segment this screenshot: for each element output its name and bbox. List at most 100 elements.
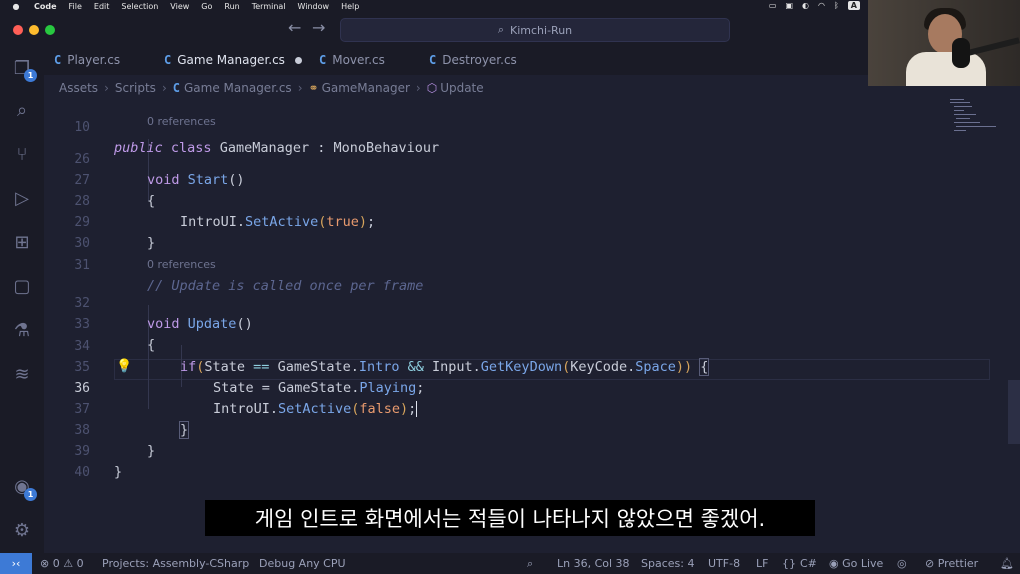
breadcrumb: Assets › Scripts › C Game Manager.cs › ⚭…: [59, 79, 484, 97]
forward-arrow-icon[interactable]: →: [312, 18, 325, 37]
code-line: 38 }: [44, 401, 944, 459]
csharp-file-icon: C: [54, 53, 62, 67]
encoding-status[interactable]: UTF-8: [708, 553, 740, 574]
menu-window[interactable]: Window: [298, 2, 330, 11]
tab-game-manager[interactable]: C Game Manager.cs: [164, 45, 302, 75]
csharp-file-icon: C: [164, 53, 172, 67]
code-line: 36 IntroUI.SetActive(false);: [44, 359, 944, 417]
code-line: 27 {: [44, 151, 944, 209]
search-icon[interactable]: ⌕: [10, 99, 34, 123]
microphone-icon: [952, 38, 970, 68]
workspace-name: Kimchi-Run: [510, 23, 573, 37]
indentation-status[interactable]: Spaces: 4: [641, 553, 694, 574]
eol-status[interactable]: LF: [756, 553, 768, 574]
tab-label: Destroyer.cs: [442, 53, 517, 67]
search-icon: ⌕: [497, 23, 505, 36]
editor-scrollbar[interactable]: [1008, 380, 1020, 444]
account-badge: 1: [24, 488, 37, 501]
menu-selection[interactable]: Selection: [121, 2, 158, 11]
screen-record-icon[interactable]: ▭: [769, 1, 777, 10]
close-window-button[interactable]: [13, 25, 23, 35]
breadcrumb-assets[interactable]: Assets: [59, 81, 98, 95]
code-line: 30: [44, 214, 944, 251]
codelens-references[interactable]: 0 references: [147, 258, 216, 271]
tab-label: Game Manager.cs: [177, 53, 285, 67]
projects-status[interactable]: Projects: Assembly-CSharp: [102, 553, 249, 574]
window-titlebar: ← → ⌕ Kimchi-Run: [0, 13, 1020, 45]
display-icon[interactable]: ▣: [785, 1, 793, 10]
menu-terminal[interactable]: Terminal: [252, 2, 286, 11]
apple-icon[interactable]: ●: [10, 2, 22, 11]
breadcrumb-class[interactable]: GameManager: [322, 81, 410, 95]
line-number: 31: [74, 258, 90, 273]
menu-app[interactable]: Code: [34, 2, 57, 11]
brace: }: [114, 464, 123, 480]
minimize-window-button[interactable]: [29, 25, 39, 35]
back-arrow-icon[interactable]: ←: [288, 18, 301, 37]
video-subtitle: 게임 인트로 화면에서는 적들이 나타나지 않았으면 좋겠어.: [205, 500, 815, 536]
chevron-right-icon: ›: [297, 81, 303, 95]
command-center-search[interactable]: ⌕ Kimchi-Run: [340, 18, 730, 42]
status-bar: ›‹ ⊗ 0 ⚠ 0 Projects: Assembly-CSharp Deb…: [0, 553, 1020, 574]
activity-bar: ❐ 1 ⌕ ⑂ ▷ ⊞ ▢ ⚗ ≋ ◉ 1 ⚙: [0, 45, 44, 553]
code-editor[interactable]: 10 public class GameManager : MonoBehavi…: [44, 97, 1020, 553]
copilot-icon[interactable]: ◎: [897, 553, 907, 574]
remote-indicator-icon[interactable]: ›‹: [0, 553, 32, 574]
explorer-badge: 1: [24, 69, 37, 82]
menu-help[interactable]: Help: [341, 2, 359, 11]
breadcrumb-file[interactable]: Game Manager.cs: [184, 81, 292, 95]
run-debug-icon[interactable]: ▷: [10, 187, 34, 211]
menu-view[interactable]: View: [170, 2, 189, 11]
code-line: 29 }: [44, 193, 944, 251]
tab-player[interactable]: C Player.cs: [54, 45, 120, 75]
tab-destroyer[interactable]: C Destroyer.cs: [429, 45, 517, 75]
menu-go[interactable]: Go: [201, 2, 212, 11]
menu-run[interactable]: Run: [224, 2, 239, 11]
line-number: 40: [74, 465, 90, 480]
zoom-icon[interactable]: ⌕: [527, 553, 533, 574]
breadcrumb-method[interactable]: Update: [440, 81, 483, 95]
breadcrumb-scripts[interactable]: Scripts: [115, 81, 156, 95]
go-live-button[interactable]: ◉ Go Live: [829, 553, 883, 574]
code-line: 34 if(State == GameState.Intro && Input.…: [44, 317, 944, 376]
prettier-status[interactable]: ⊘ Prettier: [925, 553, 978, 574]
unsaved-dot-icon[interactable]: [294, 56, 302, 64]
maximize-window-button[interactable]: [45, 25, 55, 35]
control-center-icon[interactable]: ◐: [802, 1, 809, 10]
chevron-right-icon: ›: [415, 81, 421, 95]
minimap[interactable]: [950, 97, 1010, 137]
wifi-icon[interactable]: ◠: [818, 1, 825, 10]
testing-icon[interactable]: ⚗: [10, 319, 34, 343]
language-mode[interactable]: C#: [800, 553, 817, 574]
tab-label: Player.cs: [67, 53, 121, 67]
codelens-references[interactable]: 0 references: [147, 115, 216, 128]
csharp-file-icon: C: [319, 53, 327, 67]
debug-config-status[interactable]: Debug Any CPU: [259, 553, 346, 574]
settings-gear-icon[interactable]: ⚙: [10, 519, 34, 543]
method-symbol-icon: ⬡: [426, 81, 438, 95]
menu-edit[interactable]: Edit: [94, 2, 110, 11]
extensions-icon[interactable]: ⊞: [10, 231, 34, 255]
docker-icon[interactable]: ≋: [10, 363, 34, 387]
prettier-icon: ⊘: [925, 557, 938, 570]
tab-mover[interactable]: C Mover.cs: [319, 45, 385, 75]
code-line: 39 }: [44, 422, 944, 480]
problems-indicator[interactable]: ⊗ 0 ⚠ 0: [40, 553, 84, 574]
prettier-label: Prettier: [937, 557, 979, 570]
code-line: 32 void Update(): [44, 274, 944, 332]
input-source-badge[interactable]: A: [847, 1, 860, 10]
webcam-overlay: [868, 0, 1020, 86]
source-control-icon[interactable]: ⑂: [10, 143, 34, 167]
error-count: 0: [52, 557, 60, 570]
chevron-right-icon: ›: [161, 81, 167, 95]
code-line: 33 {: [44, 295, 944, 353]
csharp-file-icon: C: [172, 81, 180, 95]
bluetooth-icon[interactable]: ᛒ: [834, 1, 839, 10]
remote-explorer-icon[interactable]: ▢: [10, 275, 34, 299]
code-line: 28 IntroUI.SetActive(true);: [44, 172, 944, 230]
code-line: 37 }: [44, 380, 944, 439]
cursor-position[interactable]: Ln 36, Col 38: [557, 553, 630, 574]
menu-file[interactable]: File: [69, 2, 82, 11]
notifications-bell-icon[interactable]: 🔔︎: [1000, 553, 1014, 574]
braces-icon: {}: [782, 557, 796, 570]
